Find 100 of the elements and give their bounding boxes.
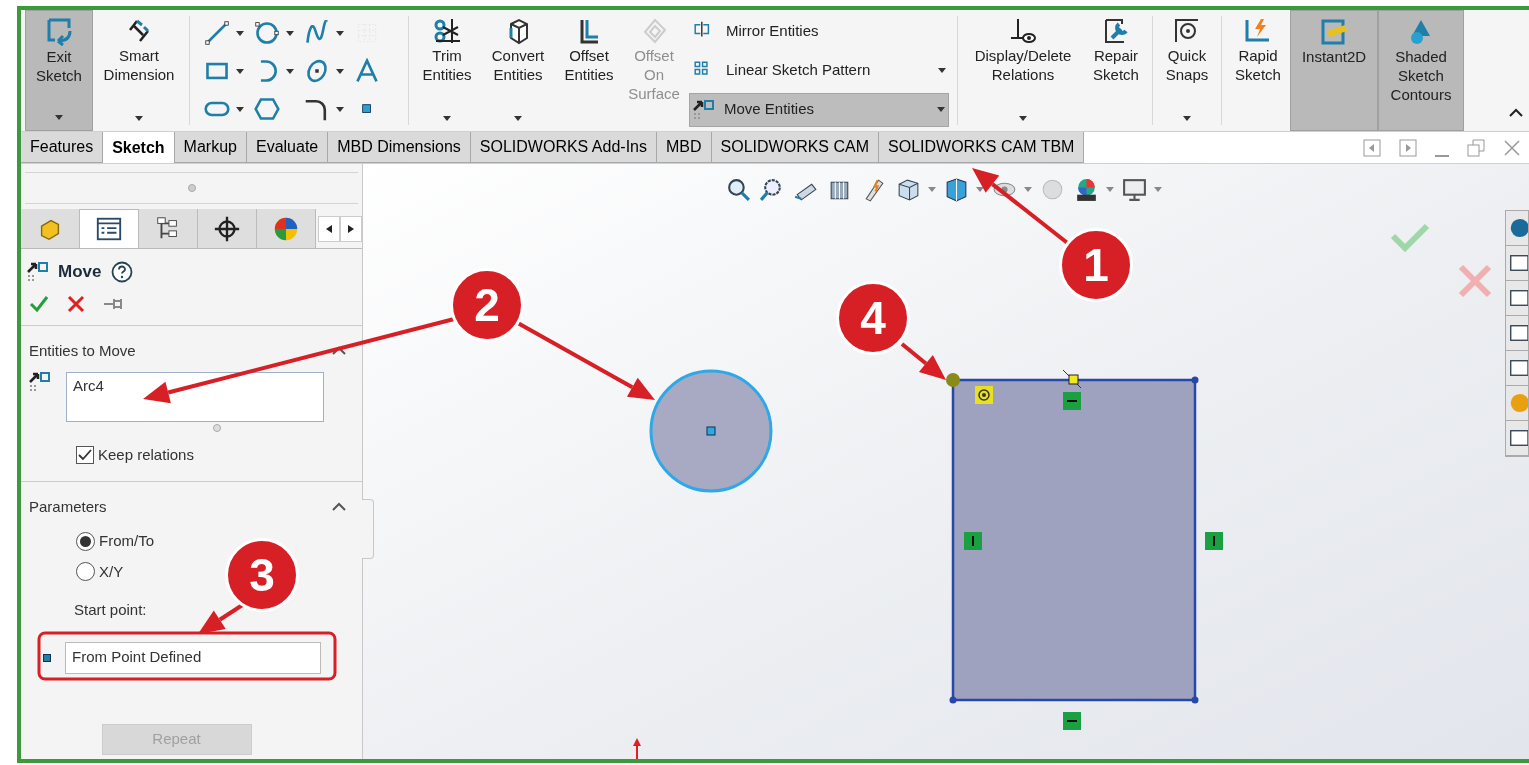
- cancel-button[interactable]: [67, 294, 85, 313]
- ribbon-button[interactable]: Exit Sketch: [25, 10, 93, 131]
- move-icon: [29, 372, 50, 392]
- previous-icon: [1363, 138, 1381, 157]
- radio-button[interactable]: [76, 531, 95, 551]
- radio-button[interactable]: [76, 562, 95, 582]
- spline-icon: [304, 20, 330, 46]
- ribbon-tab[interactable]: SOLIDWORKS CAM TBM: [879, 132, 1085, 163]
- ribbon-button[interactable]: Instant2D: [1290, 10, 1378, 131]
- manager-tab[interactable]: [80, 209, 139, 248]
- check-icon: [29, 294, 49, 313]
- ribbon-button[interactable]: Shaded Sketch Contours: [1378, 10, 1464, 131]
- vertical-marker: [964, 532, 982, 550]
- chevron-up-icon: [332, 502, 346, 512]
- ribbon-tab[interactable]: MBD Dimensions: [328, 132, 471, 163]
- close-icon: [67, 294, 85, 313]
- relations-icon: [1008, 16, 1038, 46]
- caret-icon: [927, 187, 936, 192]
- scroll-right-button[interactable]: [340, 215, 362, 242]
- caret-icon: [236, 106, 244, 112]
- caret-icon: [336, 68, 344, 74]
- ribbon-list-item[interactable]: Mirror Entities: [689, 14, 949, 49]
- caret-icon: [286, 30, 294, 36]
- point-icon: [43, 653, 51, 662]
- circle-icon: [254, 20, 280, 46]
- caret-icon: [1019, 116, 1027, 121]
- ruler-icon: [1319, 17, 1349, 47]
- caret-icon: [938, 68, 946, 73]
- manager-tab[interactable]: [139, 209, 198, 248]
- caret-icon: [514, 116, 522, 121]
- crosshair-icon: [213, 214, 241, 243]
- caret-icon: [937, 107, 945, 112]
- panel-title: Move: [58, 261, 102, 283]
- close-icon: [1503, 138, 1521, 157]
- splitter-handle[interactable]: [187, 184, 196, 192]
- caret-icon: [236, 68, 244, 74]
- horizontal-marker: [1063, 392, 1081, 410]
- repeat-button: Repeat: [101, 724, 252, 755]
- trim-icon: [432, 16, 462, 46]
- check-icon: [78, 449, 92, 462]
- ribbon-button[interactable]: Offset Entities: [555, 10, 623, 131]
- right-arrow-icon: [348, 224, 354, 233]
- globe-icon: [1508, 216, 1528, 240]
- ribbon-button[interactable]: Repair Sketch: [1084, 10, 1148, 131]
- radio-label: From/To: [99, 531, 154, 551]
- start-point-field[interactable]: From Point Defined: [65, 641, 321, 674]
- text-icon: [354, 58, 380, 84]
- ribbon-tab[interactable]: Features: [21, 132, 104, 163]
- property-list-icon: [95, 215, 123, 243]
- ribbon-button[interactable]: Convert Entities: [481, 10, 555, 131]
- monitor-icon: [1120, 176, 1148, 203]
- ok-button[interactable]: [29, 294, 49, 313]
- radio-label: X/Y: [99, 561, 124, 582]
- caret-icon: [975, 187, 984, 192]
- minimize-icon: [1435, 154, 1449, 157]
- ribbon-tab[interactable]: MBD: [657, 132, 712, 163]
- ribbon-tab[interactable]: SOLIDWORKS CAM: [711, 132, 880, 163]
- sketch-rectangle[interactable]: [949, 376, 1199, 704]
- chevron-up-icon: [1509, 108, 1523, 117]
- checkbox-label: Keep relations: [98, 445, 194, 465]
- caret-icon: [55, 115, 63, 120]
- ribbon-button[interactable]: Rapid Sketch: [1226, 10, 1290, 131]
- confirm-check-icon[interactable]: [1390, 223, 1430, 253]
- midpoint-marker: [1062, 369, 1082, 389]
- ribbon-button[interactable]: Smart Dimension: [93, 10, 185, 131]
- caret-icon: [1105, 187, 1114, 192]
- move-icon: [693, 99, 714, 120]
- callout-arrow: [900, 342, 946, 380]
- keep-relations-checkbox[interactable]: [76, 446, 94, 465]
- ribbon-tab[interactable]: Markup: [174, 132, 247, 163]
- sketch-tool-button[interactable]: [204, 18, 244, 48]
- selection-list[interactable]: Arc4: [66, 372, 324, 422]
- left-arrow-icon: [326, 224, 332, 233]
- next-icon: [1399, 138, 1417, 157]
- ribbon-button[interactable]: Display/Delete Relations: [962, 10, 1084, 131]
- sketch-point[interactable]: [946, 373, 960, 387]
- caret-icon: [1153, 187, 1162, 192]
- caret-icon: [1183, 116, 1191, 121]
- resize-handle[interactable]: [212, 424, 221, 432]
- manager-tab[interactable]: [198, 209, 257, 248]
- section-title: Entities to Move: [29, 340, 136, 361]
- ribbon-list-item[interactable]: Linear Sketch Pattern: [689, 53, 949, 88]
- collapse-button[interactable]: [332, 502, 346, 512]
- ribbon-button[interactable]: Quick Snaps: [1157, 10, 1217, 131]
- caret-icon: [336, 30, 344, 36]
- scroll-left-button[interactable]: [318, 215, 340, 242]
- list-item[interactable]: Arc4: [73, 375, 317, 398]
- ribbon-button[interactable]: Trim Entities: [413, 10, 481, 131]
- vertical-marker: [1205, 532, 1223, 550]
- view-tool-button[interactable]: [1120, 176, 1148, 203]
- help-icon: [111, 260, 134, 283]
- ribbon-tab[interactable]: SOLIDWORKS Add-Ins: [470, 132, 657, 163]
- line-icon: [204, 20, 230, 46]
- caret-icon: [336, 106, 344, 112]
- section-title: Parameters: [29, 496, 107, 517]
- ribbon-tab[interactable]: Evaluate: [246, 132, 329, 163]
- hexagon-icon: [254, 96, 280, 122]
- ribbon-list-item[interactable]: Move Entities: [689, 92, 949, 127]
- graphics-area[interactable]: [363, 164, 1529, 759]
- move-icon: [27, 261, 48, 282]
